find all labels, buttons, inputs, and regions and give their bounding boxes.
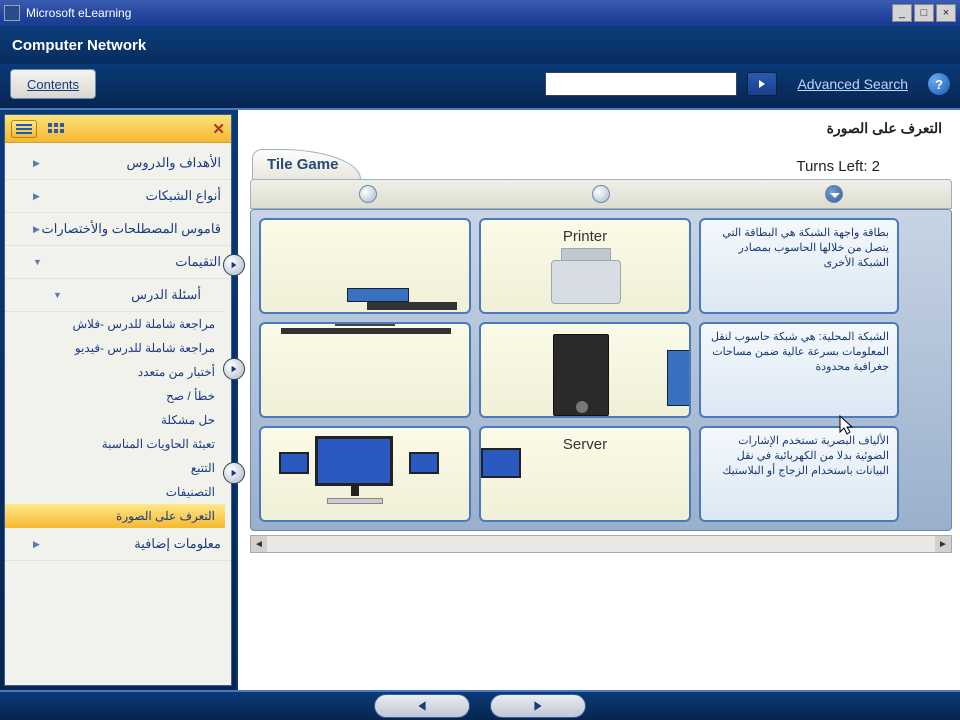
nav-leaf[interactable]: التعرف على الصورة — [5, 504, 225, 528]
row-play-button[interactable] — [223, 462, 245, 484]
help-icon: ? — [935, 77, 943, 92]
nav-item[interactable]: ▶ أنواع الشبكات — [5, 180, 231, 213]
server-icon — [481, 428, 689, 520]
nav-leaf[interactable]: حل مشكلة — [5, 408, 225, 432]
list-view-icon[interactable] — [11, 120, 37, 138]
list-icon — [16, 123, 32, 135]
nav-label: أنواع الشبكات — [146, 188, 221, 203]
scroll-right-icon[interactable]: ► — [935, 536, 951, 552]
turns-value: 2 — [872, 158, 880, 175]
app-icon — [4, 5, 20, 21]
next-button[interactable] — [490, 694, 586, 718]
tile-description[interactable]: الشبكة المحلية: هي شبكة حاسوب لنقل المعل… — [699, 322, 899, 418]
printer-icon — [481, 220, 689, 312]
chevron-right-icon: ▶ — [33, 191, 40, 202]
tile-description[interactable]: الألياف البصرية تستخدم الإشارات الضوئية … — [699, 426, 899, 522]
tile-printer[interactable]: Printer — [479, 218, 691, 314]
nav-label: معلومات إضافية — [134, 536, 221, 551]
page-title: التعرف على الصورة — [238, 110, 960, 143]
game-tab-label: Tile Game — [267, 156, 338, 173]
chevron-right-icon: ▶ — [33, 158, 40, 169]
course-title-bar: Computer Network — [0, 26, 960, 64]
nav-leaf[interactable]: تعبئة الحاويات المناسبة — [5, 432, 225, 456]
nav-leaf[interactable]: خطأ / صح — [5, 384, 225, 408]
grid-view-icon[interactable] — [43, 120, 69, 138]
row-play-button[interactable] — [223, 358, 245, 380]
contents-label: Contents — [27, 77, 79, 92]
nav-leaf[interactable]: التتبع — [5, 456, 225, 480]
chevron-down-icon: ▼ — [33, 257, 42, 267]
footer-nav — [0, 690, 960, 720]
nav-tree: ▶الأهداف والدروس ▶أنواع الشبكات ▶قاموس ا… — [5, 143, 231, 685]
close-button[interactable]: × — [936, 4, 956, 22]
course-title: Computer Network — [12, 37, 146, 54]
turns-label: Turns Left: — [796, 158, 867, 175]
nav-dot[interactable] — [592, 185, 610, 203]
network-diagram-icon — [261, 220, 469, 312]
nav-leaf[interactable]: أختبار من متعدد — [5, 360, 225, 384]
tile-text: الألياف البصرية تستخدم الإشارات الضوئية … — [709, 434, 889, 479]
nav-label: قاموس المصطلحات والأختصارات — [42, 221, 222, 236]
horizontal-scrollbar[interactable]: ◄ ► — [250, 535, 952, 553]
nav-label: أسئلة الدرس — [131, 287, 201, 302]
tile-grid: Printer بطاقة واجهة الشبكة هي البطاقة ال… — [250, 209, 952, 531]
toolbar: Contents Advanced Search ? — [0, 64, 960, 110]
workstations-icon — [261, 428, 469, 520]
tile-image[interactable] — [259, 426, 471, 522]
nav-item[interactable]: ▶قاموس المصطلحات والأختصارات — [5, 213, 231, 246]
nav-leaf[interactable]: مراجعة شاملة للدرس -فلاش — [5, 312, 225, 336]
tile-image[interactable] — [259, 322, 471, 418]
nav-dot-active[interactable] — [825, 185, 843, 203]
chevron-right-icon: ▶ — [33, 224, 40, 235]
sidebar-tabs: ✕ — [5, 115, 231, 143]
chevron-down-icon: ▼ — [53, 290, 62, 300]
tile-image[interactable] — [479, 322, 691, 418]
maximize-button[interactable]: □ — [914, 4, 934, 22]
search-go-button[interactable] — [747, 72, 777, 96]
tower-pc-icon — [481, 324, 689, 416]
window-titlebar: Microsoft eLearning _ □ × — [0, 0, 960, 26]
nav-leaf[interactable]: التصنيفات — [5, 480, 225, 504]
tile-description[interactable]: بطاقة واجهة الشبكة هي البطاقة التي يتصل … — [699, 218, 899, 314]
content-pane: التعرف على الصورة Tile Game Turns Left: … — [236, 110, 960, 690]
game-nav-dots — [250, 179, 952, 209]
nav-dot[interactable] — [359, 185, 377, 203]
help-button[interactable]: ? — [928, 73, 950, 95]
tile-image[interactable] — [259, 218, 471, 314]
chevron-right-icon: ▶ — [33, 539, 40, 550]
tile-text: الشبكة المحلية: هي شبكة حاسوب لنقل المعل… — [709, 330, 889, 375]
play-icon — [757, 79, 767, 89]
sidebar-close-icon[interactable]: ✕ — [212, 120, 225, 138]
nav-subheader[interactable]: ▼ أسئلة الدرس — [5, 279, 225, 312]
contents-button[interactable]: Contents — [10, 69, 96, 99]
window-title: Microsoft eLearning — [26, 6, 131, 20]
turns-left: Turns Left: 2 — [796, 158, 880, 179]
prev-button[interactable] — [374, 694, 470, 718]
network-diagram-icon — [261, 324, 469, 416]
minimize-button[interactable]: _ — [892, 4, 912, 22]
sidebar: ✕ ▶الأهداف والدروس ▶أنواع الشبكات ▶قاموس… — [0, 110, 236, 690]
grid-icon — [48, 123, 64, 135]
row-play-button[interactable] — [223, 254, 245, 276]
advanced-search-link[interactable]: Advanced Search — [797, 76, 908, 92]
nav-leaf[interactable]: مراجعة شاملة للدرس -فيديو — [5, 336, 225, 360]
game-tab: Tile Game — [252, 149, 361, 179]
search-input[interactable] — [545, 72, 737, 96]
tile-server[interactable]: Server — [479, 426, 691, 522]
tile-text: بطاقة واجهة الشبكة هي البطاقة التي يتصل … — [709, 226, 889, 271]
nav-item-expanded[interactable]: ▼ التقيمات — [5, 246, 231, 279]
nav-item[interactable]: ▶ الأهداف والدروس — [5, 147, 231, 180]
scroll-left-icon[interactable]: ◄ — [251, 536, 267, 552]
nav-label: التقيمات — [175, 254, 221, 269]
nav-item[interactable]: ▶ معلومات إضافية — [5, 528, 231, 561]
nav-label: الأهداف والدروس — [126, 155, 221, 170]
